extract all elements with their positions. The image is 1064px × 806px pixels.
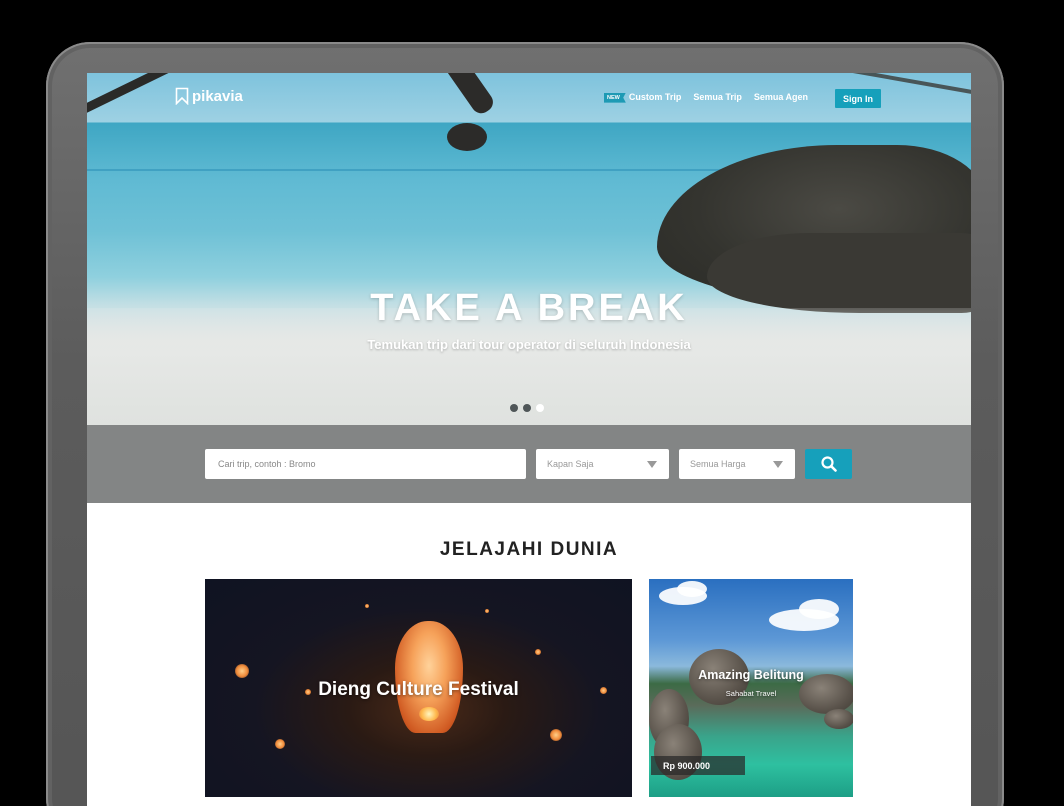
browser-screen: pikavia NEW Custom Trip Semua Trip Semua … xyxy=(87,73,971,806)
nav-semua-agen[interactable]: Semua Agen xyxy=(754,92,808,102)
price-tag: Rp 900.000 xyxy=(651,756,745,775)
price-select[interactable]: Semua Harga xyxy=(679,449,795,479)
cloud xyxy=(677,581,707,597)
hero-subtitle: Temukan trip dari tour operator di selur… xyxy=(367,337,691,352)
search-bar: Cari trip, contoh : Bromo Kapan Saja Sem… xyxy=(87,425,971,503)
search-input[interactable]: Cari trip, contoh : Bromo xyxy=(205,449,526,479)
nav-custom-trip[interactable]: NEW Custom Trip xyxy=(604,92,681,103)
carousel-dot-3[interactable] xyxy=(536,404,544,412)
chevron-down-icon xyxy=(773,461,783,468)
price-select-value: Semua Harga xyxy=(690,459,746,469)
search-button[interactable] xyxy=(805,449,852,479)
trip-card-dieng[interactable]: Dieng Culture Festival xyxy=(205,579,632,797)
lantern-light xyxy=(535,649,541,655)
new-badge: NEW xyxy=(604,92,626,103)
card-agent: Sahabat Travel xyxy=(725,689,777,698)
sign-in-button[interactable]: Sign In xyxy=(835,89,881,108)
lantern-flame xyxy=(419,707,439,721)
lantern-light xyxy=(235,664,249,678)
hero-title: TAKE A BREAK xyxy=(370,287,688,329)
nav-semua-trip[interactable]: Semua Trip xyxy=(693,92,742,102)
boulder xyxy=(824,709,853,729)
nav-links: NEW Custom Trip Semua Trip Semua Agen xyxy=(604,92,820,103)
date-select-value: Kapan Saja xyxy=(547,459,594,469)
lantern-light xyxy=(275,739,285,749)
nav-custom-trip-label: Custom Trip xyxy=(628,92,682,102)
carousel-dot-1[interactable] xyxy=(510,404,518,412)
bookmark-logo-icon xyxy=(175,87,189,105)
date-select[interactable]: Kapan Saja xyxy=(536,449,669,479)
lantern-light xyxy=(550,729,562,741)
card-title: Dieng Culture Festival xyxy=(318,679,519,700)
section-title: JELAJAHI DUNIA xyxy=(439,539,619,560)
card-title: Amazing Belitung xyxy=(698,668,804,682)
search-icon xyxy=(820,456,837,472)
chevron-down-icon xyxy=(647,461,657,468)
logo-text: pikavia xyxy=(192,87,243,105)
tree-branch-knot xyxy=(447,123,487,151)
lantern-light xyxy=(365,604,369,608)
carousel-dots xyxy=(510,404,544,412)
lantern-light xyxy=(485,609,489,613)
trip-card-belitung[interactable]: Amazing Belitung Sahabat Travel Rp 900.0… xyxy=(649,579,853,797)
carousel-dot-2[interactable] xyxy=(523,404,531,412)
logo[interactable]: pikavia xyxy=(175,87,243,105)
navbar: pikavia NEW Custom Trip Semua Trip Semua … xyxy=(87,73,971,123)
hero-banner: pikavia NEW Custom Trip Semua Trip Semua … xyxy=(87,73,971,425)
cloud xyxy=(799,599,839,619)
